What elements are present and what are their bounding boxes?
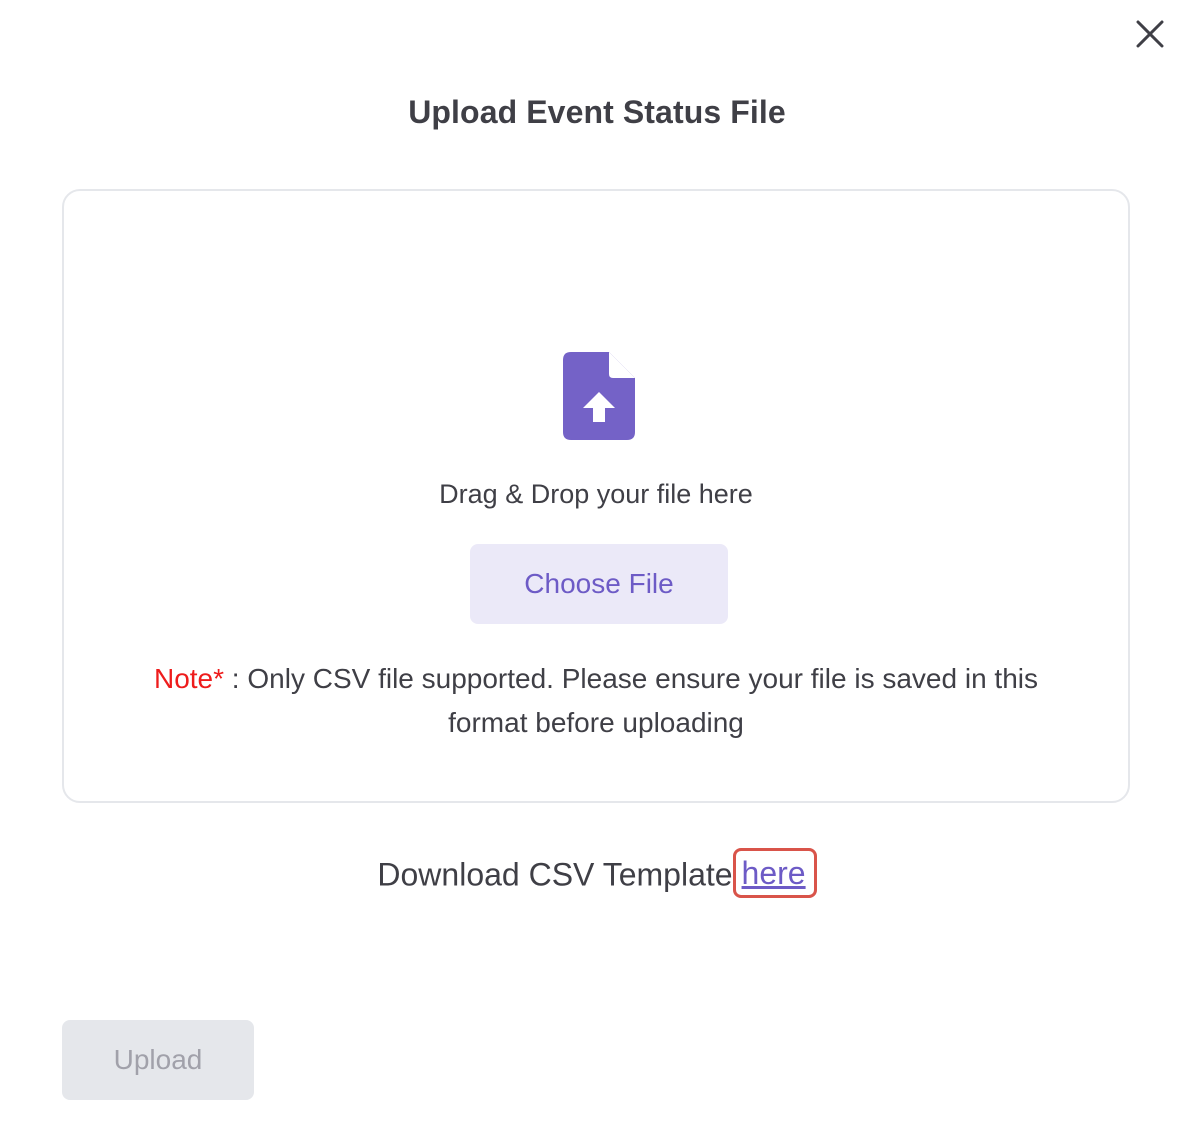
file-upload-icon (563, 352, 635, 440)
here-link-highlight: here (732, 848, 817, 898)
upload-modal: Upload Event Status File Drag & Drop you… (0, 0, 1194, 1134)
choose-file-button[interactable]: Choose File (470, 544, 728, 624)
close-icon (1136, 20, 1164, 48)
upload-button[interactable]: Upload (62, 1020, 254, 1100)
note-label: Note* (153, 663, 225, 694)
close-button[interactable] (1128, 12, 1172, 56)
modal-title: Upload Event Status File (408, 94, 786, 130)
note-text: : Only CSV file supported. Please ensure… (224, 663, 1038, 738)
drag-drop-text: Drag & Drop your file here (439, 479, 753, 509)
download-template-link[interactable]: here (742, 855, 806, 891)
download-template-row: Download CSV Template here (0, 848, 1194, 902)
download-template-text: Download CSV Template (377, 856, 733, 893)
file-dropzone[interactable]: Drag & Drop your file here Choose File N… (62, 189, 1130, 803)
format-note: Note* : Only CSV file supported. Please … (124, 657, 1068, 745)
